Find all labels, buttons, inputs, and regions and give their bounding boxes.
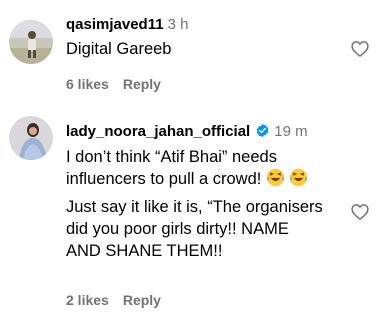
reply-button[interactable]: Reply: [123, 292, 161, 308]
laughing-emoji-icon: [266, 168, 285, 187]
avatar[interactable]: [9, 20, 53, 64]
timestamp: 3 h: [167, 16, 189, 33]
verified-badge-icon: [256, 123, 269, 138]
comment-text-line: Just say it like it is, “The organisers: [66, 198, 323, 216]
username[interactable]: lady_noora_jahan_official: [66, 123, 250, 140]
comment-header: lady_noora_jahan_official 19 m: [66, 122, 344, 142]
comment-text-fragment: influencers to pull a crowd!: [66, 170, 262, 188]
avatar[interactable]: [9, 116, 53, 160]
comment-header: qasimjaved11 3 h: [66, 15, 344, 35]
timestamp: 19 m: [274, 123, 308, 140]
username[interactable]: qasimjaved11: [66, 16, 164, 33]
laughing-emoji-icon: [289, 168, 308, 187]
comment-item: lady_noora_jahan_official 19 m I don’t t…: [0, 110, 384, 312]
comment-text-line: AND SHANE THEM!!: [66, 242, 223, 260]
comment-text-line: did you poor girls dirty!! NAME: [66, 220, 289, 238]
comment-text-line: influencers to pull a crowd!: [66, 168, 344, 190]
comment-actions: 2 likes Reply: [66, 291, 161, 309]
likes-count[interactable]: 6 likes: [66, 76, 109, 92]
comment-actions: 6 likes Reply: [66, 75, 161, 93]
heart-icon[interactable]: [350, 202, 370, 222]
comment-text: Digital Gareeb: [66, 40, 172, 58]
comment-text: I don’t think “Atif Bhai” needs influenc…: [66, 146, 344, 262]
comment-text-line: I don’t think “Atif Bhai” needs: [66, 148, 277, 166]
comment-item: qasimjaved11 3 h Digital Gareeb 6 likes Re…: [0, 0, 384, 110]
likes-count[interactable]: 2 likes: [66, 292, 109, 308]
heart-icon[interactable]: [350, 39, 370, 59]
reply-button[interactable]: Reply: [123, 76, 161, 92]
